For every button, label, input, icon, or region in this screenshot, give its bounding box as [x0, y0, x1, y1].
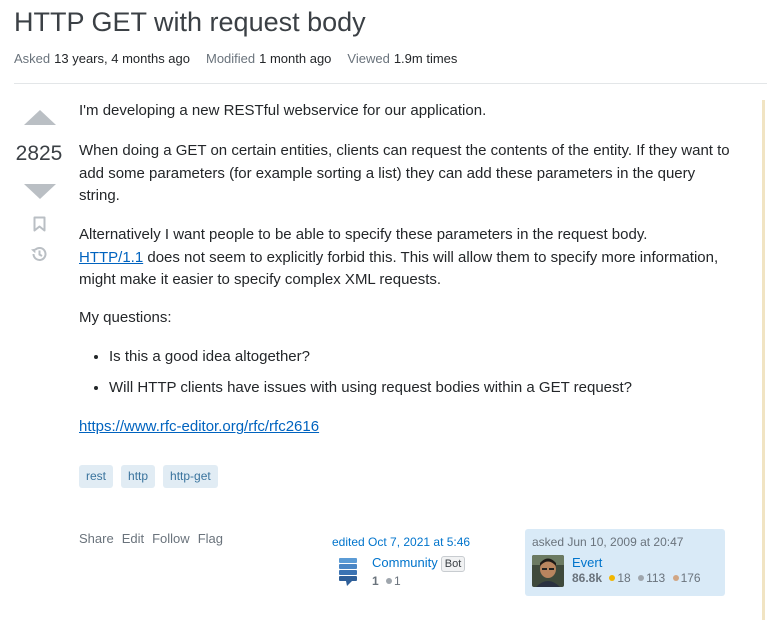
body-text: does not seem to explicitly forbid this.…: [79, 248, 719, 289]
gold-badge-count: 18: [617, 571, 631, 585]
body-paragraph: I'm developing a new RESTful webservice …: [79, 102, 487, 119]
body-text: Alternatively I want people to be able t…: [79, 226, 648, 243]
question-meta: Asked 13 years, 4 months ago Modified 1 mo…: [14, 51, 457, 66]
silver-badge-icon: [638, 575, 645, 582]
bookmark-icon[interactable]: [33, 216, 46, 232]
silver-badge-icon: [386, 578, 393, 585]
history-icon[interactable]: [29, 244, 49, 264]
flag-button[interactable]: Flag: [198, 531, 223, 546]
edit-button[interactable]: Edit: [122, 531, 144, 546]
bronze-badge-icon: [672, 575, 679, 582]
tag-list: rest http http-get: [79, 465, 218, 488]
questions-list: Is this a good idea altogether? Will HTT…: [109, 346, 739, 407]
user-avatar[interactable]: [532, 555, 564, 587]
asked-timestamp: asked Jun 10, 2009 at 20:47: [532, 535, 684, 549]
owner-reputation: 86.8k: [572, 571, 603, 585]
meta-value: 13 years, 4 months ago: [54, 51, 190, 66]
gold-badge-icon: [609, 575, 616, 582]
meta-modified: Modified 1 month ago: [206, 51, 331, 66]
tag-http[interactable]: http: [121, 465, 156, 488]
list-item: Is this a good idea altogether?: [109, 346, 739, 369]
downvote-icon[interactable]: [24, 184, 56, 199]
follow-button[interactable]: Follow: [152, 531, 190, 546]
post-actions: Share Edit Follow Flag: [79, 531, 223, 546]
edited-info: edited Oct 7, 2021 at 5:46 Community Bot …: [332, 535, 512, 588]
bronze-badge-count: 176: [680, 571, 701, 585]
http11-link[interactable]: HTTP/1.1: [79, 249, 143, 266]
rfc-link[interactable]: https://www.rfc-editor.org/rfc/rfc2616: [79, 418, 319, 435]
silver-badge-count: 1: [394, 574, 401, 588]
meta-label: Modified: [206, 51, 256, 66]
vote-count: 2825: [15, 142, 63, 165]
silver-badge-count: 113: [646, 571, 666, 585]
owner-details: Evert 86.8k 18 113 176: [532, 555, 701, 587]
meta-asked: Asked 13 years, 4 months ago: [14, 51, 190, 66]
meta-value: 1.9m times: [393, 51, 458, 66]
meta-value[interactable]: 1 month ago: [259, 51, 331, 66]
editor-card: Community Bot 1 1: [332, 555, 466, 588]
editor-name[interactable]: Community: [372, 555, 438, 570]
upvote-icon[interactable]: [24, 110, 56, 125]
edited-timestamp[interactable]: edited Oct 7, 2021 at 5:46: [332, 535, 512, 549]
bot-badge: Bot: [440, 556, 466, 572]
body-paragraph: My questions:: [79, 309, 172, 326]
owner-card: asked Jun 10, 2009 at 20:47 Evert 86.8k …: [525, 529, 725, 596]
header-divider: [14, 83, 767, 84]
editor-details: Community Bot 1 1: [372, 555, 466, 588]
owner-name[interactable]: Evert: [572, 555, 701, 570]
owner-info: Evert 86.8k 18 113 176: [572, 555, 701, 587]
editor-reputation: 1: [372, 574, 379, 588]
tag-rest[interactable]: rest: [79, 465, 114, 488]
question-title[interactable]: HTTP GET with request body: [14, 7, 366, 38]
meta-viewed: Viewed 1.9m times: [347, 51, 457, 66]
body-paragraph: Alternatively I want people to be able t…: [79, 224, 739, 292]
body-paragraph: https://www.rfc-editor.org/rfc/rfc2616: [79, 416, 739, 439]
meta-label: Viewed: [347, 51, 390, 66]
list-item: Will HTTP clients have issues with using…: [109, 377, 739, 400]
tag-http-get[interactable]: http-get: [163, 465, 218, 488]
community-avatar-icon[interactable]: [332, 555, 364, 587]
share-button[interactable]: Share: [79, 531, 114, 546]
sidebar-edge: [762, 100, 765, 620]
meta-label: Asked: [14, 51, 51, 66]
body-paragraph: When doing a GET on certain entities, cl…: [79, 142, 730, 204]
